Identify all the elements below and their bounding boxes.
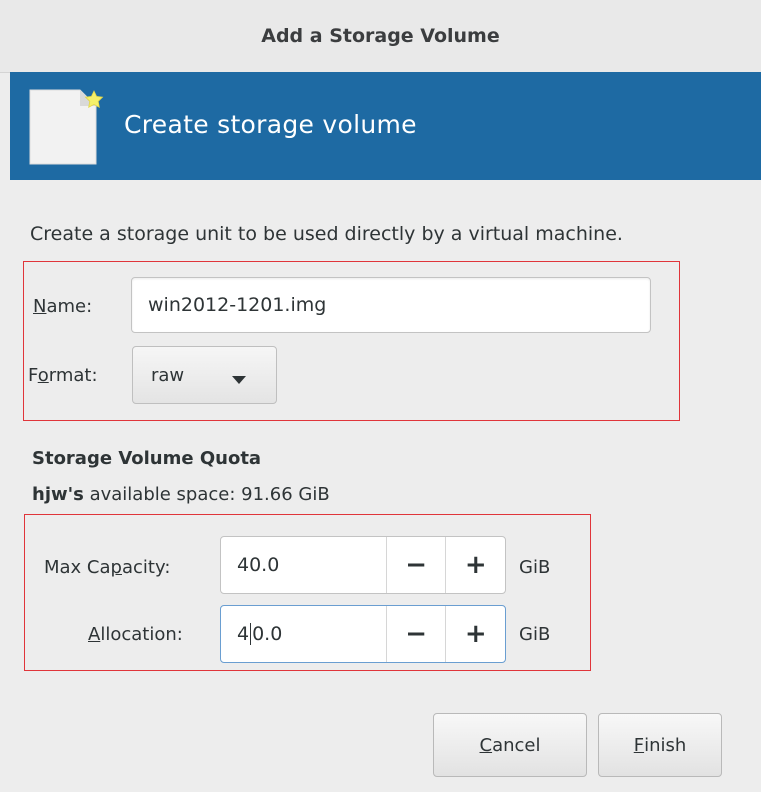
dialog-header: Create storage volume <box>10 72 761 180</box>
format-dropdown[interactable]: raw <box>132 346 277 404</box>
pool-name: hjw's <box>32 484 84 505</box>
allocation-spinner[interactable]: 4 0.0 − + <box>220 605 506 663</box>
max-capacity-input[interactable]: 40.0 <box>221 537 386 593</box>
cancel-button[interactable]: Cancel <box>433 713 587 777</box>
max-capacity-unit: GiB <box>519 557 551 578</box>
max-capacity-label: Max Capacity: <box>44 557 171 578</box>
allocation-input[interactable]: 4 0.0 <box>221 606 386 662</box>
available-space: hjw's available space: 91.66 GiB <box>32 484 330 505</box>
max-capacity-spinner[interactable]: 40.0 − + <box>220 536 506 594</box>
available-space-text: available space: 91.66 GiB <box>89 484 330 505</box>
new-document-icon <box>24 82 110 172</box>
allocation-increment-button[interactable]: + <box>445 606 505 662</box>
window-title: Add a Storage Volume <box>261 25 500 47</box>
window-titlebar: Add a Storage Volume <box>0 0 761 73</box>
format-value: raw <box>151 364 185 386</box>
allocation-label: Allocation: <box>88 624 183 645</box>
dropdown-arrow-icon <box>232 369 246 390</box>
name-label: Name: <box>33 296 93 317</box>
header-title: Create storage volume <box>124 110 417 139</box>
name-input[interactable]: win2012-1201.img <box>131 277 651 333</box>
allocation-decrement-button[interactable]: − <box>385 606 446 662</box>
max-capacity-increment-button[interactable]: + <box>445 537 505 593</box>
finish-button[interactable]: Finish <box>598 713 722 777</box>
max-capacity-decrement-button[interactable]: − <box>385 537 446 593</box>
text-cursor <box>250 623 252 645</box>
allocation-unit: GiB <box>519 624 551 645</box>
description-text: Create a storage unit to be used directl… <box>30 223 623 245</box>
format-label: Format: <box>28 365 98 386</box>
quota-section-title: Storage Volume Quota <box>32 448 262 469</box>
